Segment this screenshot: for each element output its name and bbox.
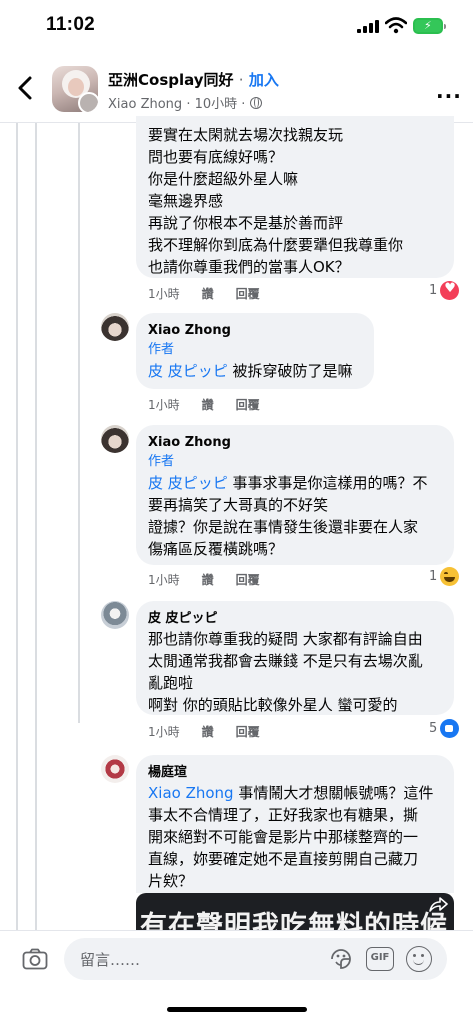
haha-reaction-icon xyxy=(440,567,460,586)
reaction-summary[interactable]: 1 xyxy=(429,281,460,301)
comment-text: 那也請你尊重我的疑問 大家都有評論自由 太閒通常我都會去賺錢 不是只有去場次亂 … xyxy=(148,630,423,714)
comment-author[interactable]: 皮 皮ピッピ xyxy=(148,610,442,628)
comment-composer: 留言…… GIF xyxy=(0,930,473,1024)
emoji-icon[interactable] xyxy=(406,946,432,972)
cellular-signal-icon xyxy=(357,20,379,33)
comment-text: 被拆穿破防了是嘛 xyxy=(227,362,353,380)
video-attachment[interactable]: 有在聲明我吃無料的時候 xyxy=(136,893,454,933)
heart-reaction-icon xyxy=(440,281,460,300)
comment-placeholder: 留言…… xyxy=(80,951,141,969)
comment-bubble[interactable]: Xiao Zhong 作者 皮 皮ピッピ 事事求事是你這樣用的嗎？不 要再搞笑了… xyxy=(136,425,454,565)
author-badge: 作者 xyxy=(148,454,175,469)
thread-line xyxy=(78,123,80,723)
reply-button[interactable]: 回覆 xyxy=(236,725,260,739)
author-avatar-small xyxy=(78,92,98,112)
mention-link[interactable]: 皮 皮ピッピ xyxy=(148,362,228,380)
avatar[interactable] xyxy=(101,313,129,341)
post-author[interactable]: Xiao Zhong xyxy=(108,97,182,112)
camera-icon[interactable] xyxy=(22,948,48,970)
author-badge: 作者 xyxy=(148,342,175,357)
back-button[interactable] xyxy=(14,74,38,102)
globe-icon xyxy=(249,97,262,109)
like-button[interactable]: 讚 xyxy=(202,725,214,739)
avatar[interactable] xyxy=(101,755,129,783)
like-button[interactable]: 讚 xyxy=(202,287,214,301)
reply-button[interactable]: 回覆 xyxy=(236,398,260,412)
thread-line xyxy=(16,123,18,930)
wifi-icon xyxy=(385,17,407,34)
more-options-button[interactable]: ··· xyxy=(436,84,462,108)
thread-line xyxy=(35,123,37,930)
comment-time: 1小時 xyxy=(148,725,180,739)
comment-text: 要實在太閑就去場次找親友玩 問也要有底線好嗎？ 你是什麼超級外星人嘛 毫無邊界感… xyxy=(148,126,404,276)
battery-icon: ⚡ xyxy=(413,18,446,34)
avatar[interactable] xyxy=(101,425,129,453)
group-title: 亞洲Cosplay同好 · 加入 xyxy=(108,69,279,90)
comment-actions: 1小時 讚 回覆 xyxy=(148,571,282,588)
like-button[interactable]: 讚 xyxy=(202,573,214,587)
reaction-count: 1 xyxy=(429,283,438,298)
comment-author[interactable]: Xiao Zhong xyxy=(148,322,362,340)
sticker-icon[interactable] xyxy=(328,946,354,972)
reaction-summary[interactable]: 1 xyxy=(429,567,460,587)
comment-bubble[interactable]: 要實在太閑就去場次找親友玩 問也要有底線好嗎？ 你是什麼超級外星人嘛 毫無邊界感… xyxy=(136,116,454,278)
comment-time: 1小時 xyxy=(148,398,180,412)
comment-time: 1小時 xyxy=(148,287,180,301)
comment-author[interactable]: 楊庭瑄 xyxy=(148,764,442,782)
comment-bubble[interactable]: 皮 皮ピッピ 那也請你尊重我的疑問 大家都有評論自由 太閒通常我都會去賺錢 不是… xyxy=(136,601,454,715)
comment-actions: 1小時 讚 回覆 xyxy=(148,396,282,413)
share-icon[interactable] xyxy=(428,895,448,913)
mention-link[interactable]: Xiao Zhong xyxy=(148,784,234,802)
reply-button[interactable]: 回覆 xyxy=(236,573,260,587)
mention-link[interactable]: 皮 皮ピッピ xyxy=(148,474,228,492)
comment-author[interactable]: Xiao Zhong xyxy=(148,434,442,452)
avatar[interactable] xyxy=(101,601,129,629)
group-name[interactable]: 亞洲Cosplay同好 xyxy=(108,71,234,89)
reaction-count: 1 xyxy=(429,569,438,584)
comment-input[interactable]: 留言…… GIF xyxy=(64,938,447,980)
title-separator: · xyxy=(238,71,244,89)
reaction-summary[interactable]: 5 xyxy=(429,719,460,739)
status-bar: 11:02 ⚡ xyxy=(0,0,473,52)
join-group-button[interactable]: 加入 xyxy=(249,71,279,89)
comment-time: 1小時 xyxy=(148,573,180,587)
group-avatar[interactable] xyxy=(52,66,98,112)
post-time: · 10小時 · xyxy=(186,97,246,112)
reply-button[interactable]: 回覆 xyxy=(236,287,260,301)
video-caption: 有在聲明我吃無料的時候 xyxy=(140,911,448,933)
comment-actions: 1小時 讚 回覆 xyxy=(148,285,282,302)
comment-actions: 1小時 讚 回覆 xyxy=(148,723,282,740)
reaction-count: 5 xyxy=(429,721,438,736)
like-reaction-icon xyxy=(440,719,460,738)
like-button[interactable]: 讚 xyxy=(202,398,214,412)
comment-bubble[interactable]: 楊庭瑄 Xiao Zhong 事情鬧大才想關帳號嗎？這件 事太不合情理了，正好我… xyxy=(136,755,454,893)
post-meta: Xiao Zhong · 10小時 · xyxy=(108,93,262,112)
home-indicator xyxy=(167,1007,307,1012)
status-time: 11:02 xyxy=(46,14,96,35)
gif-button[interactable]: GIF xyxy=(366,947,394,971)
post-header: 亞洲Cosplay同好 · 加入 Xiao Zhong · 10小時 · ··· xyxy=(0,60,473,120)
comment-bubble[interactable]: Xiao Zhong 作者 皮 皮ピッピ 被拆穿破防了是嘛 xyxy=(136,313,374,389)
